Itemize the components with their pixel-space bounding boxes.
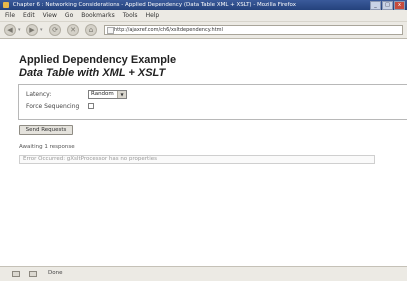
force-sequencing-label: Force Sequencing [26,103,80,110]
dropdown-arrow-icon: ▼ [117,91,126,98]
popup-blocker-icon[interactable] [29,271,37,277]
status-bar: Done [0,266,407,281]
forward-icon[interactable]: ▶ [26,24,38,36]
send-requests-button[interactable]: Send Requests [19,125,73,135]
latency-label: Latency: [26,91,52,98]
force-sequencing-checkbox[interactable] [88,103,94,109]
back-dropdown-icon[interactable]: ▾ [18,27,21,33]
response-status: Awaiting 1 response [19,144,75,150]
menu-bookmarks[interactable]: Bookmarks [81,10,115,21]
url-text: http://ajaxref.com/ch6/xsltdependency.ht… [114,27,223,33]
page-subtitle: Data Table with XML + XSLT [19,67,166,79]
status-text: Done [48,270,63,276]
url-bar[interactable]: http://ajaxref.com/ch6/xsltdependency.ht… [104,25,403,35]
error-message: Error Occurred: gXsltProcessor has no pr… [19,155,375,164]
close-button[interactable]: x [394,1,405,10]
menu-bar: File Edit View Go Bookmarks Tools Help [0,10,407,22]
menu-edit[interactable]: Edit [23,10,35,21]
page-favicon-icon [107,27,114,34]
menu-help[interactable]: Help [146,10,160,21]
settings-fieldset: Latency: Random ▼ Force Sequencing [18,84,407,120]
window-title: Chapter 6 : Networking Considerations - … [12,2,296,8]
window-title-bar: Chapter 6 : Networking Considerations - … [0,0,407,10]
stop-icon[interactable]: ✕ [67,24,79,36]
latency-selected-value: Random [91,91,114,97]
menu-file[interactable]: File [5,10,15,21]
home-icon[interactable]: ⌂ [85,24,97,36]
connection-icon [12,271,20,277]
minimize-button[interactable]: _ [370,1,381,10]
maximize-button[interactable]: □ [382,1,393,10]
forward-dropdown-icon[interactable]: ▾ [40,27,43,33]
firefox-icon [3,2,9,8]
back-icon[interactable]: ◀ [4,24,16,36]
menu-tools[interactable]: Tools [123,10,138,21]
menu-go[interactable]: Go [65,10,73,21]
page-title: Applied Dependency Example [19,54,177,66]
latency-select[interactable]: Random ▼ [88,90,127,99]
window-controls: _ □ x [370,1,405,10]
menu-view[interactable]: View [43,10,57,21]
navigation-toolbar: ◀ ▾ ▶ ▾ ⟳ ✕ ⌂ http://ajaxref.com/ch6/xsl… [0,22,407,39]
refresh-icon[interactable]: ⟳ [49,24,61,36]
page-content: Applied Dependency Example Data Table wi… [0,39,407,266]
